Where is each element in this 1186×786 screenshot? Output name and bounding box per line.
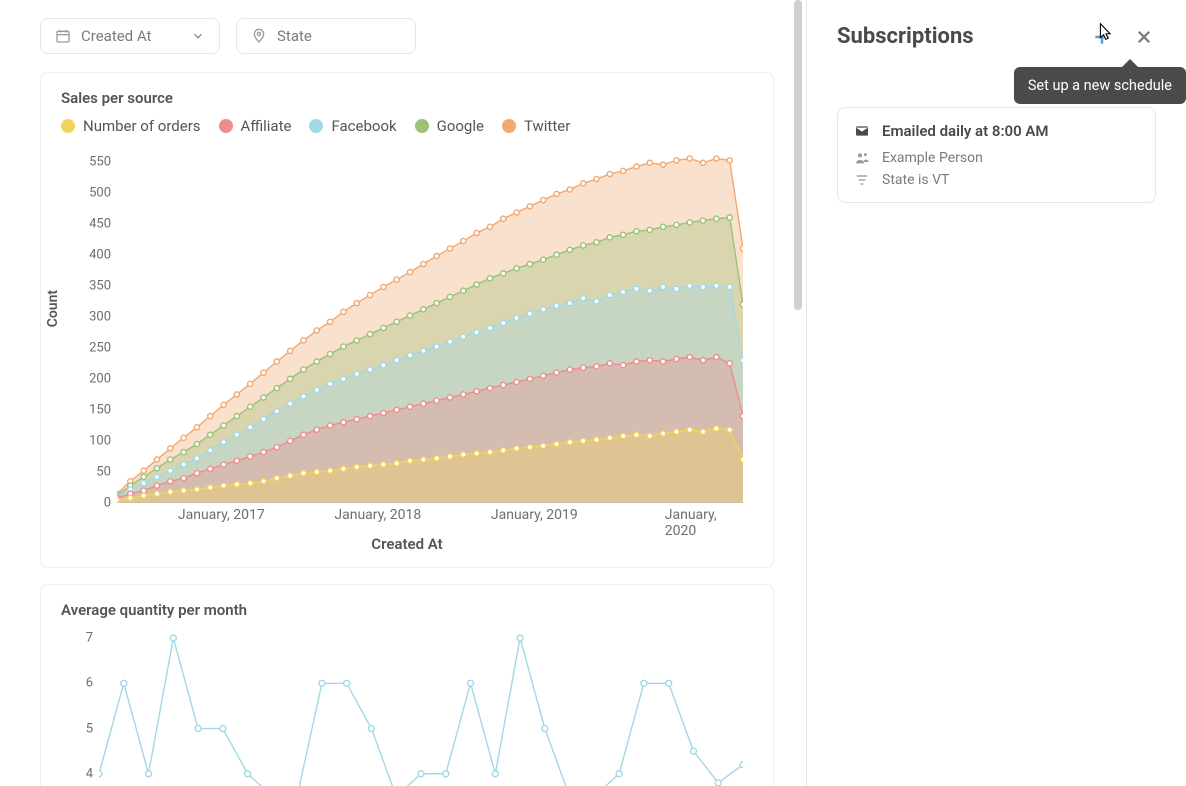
chart2-ytick: 6 — [63, 676, 93, 691]
chart2-ytick: 7 — [63, 631, 93, 646]
chart1-xtick: January, 2018 — [334, 507, 421, 523]
chart2-title: Average quantity per month — [61, 601, 753, 619]
close-panel-button[interactable] — [1132, 25, 1156, 49]
legend-label[interactable]: Google — [437, 117, 484, 135]
chart1-xtick: January, 2019 — [491, 507, 578, 523]
chart1-ytick: 50 — [63, 464, 111, 479]
chart1-ytick: 350 — [63, 278, 111, 293]
chart1-ytick: 500 — [63, 185, 111, 200]
filter-icon — [854, 172, 870, 188]
add-subscription-tooltip: Set up a new schedule — [1014, 67, 1186, 104]
chart1-legend: Number of orders Affiliate Facebook Google T… — [61, 117, 753, 135]
pin-icon — [251, 28, 267, 44]
chart1-ytick: 300 — [63, 309, 111, 324]
person-icon — [854, 150, 870, 166]
chart1-ytick: 550 — [63, 154, 111, 169]
add-subscription-button[interactable] — [1090, 25, 1114, 49]
legend-swatch — [61, 119, 75, 133]
chart1-ytick: 400 — [63, 247, 111, 262]
chart1-ytick: 0 — [63, 496, 111, 511]
legend-label[interactable]: Facebook — [331, 117, 396, 135]
chart1-ytick: 250 — [63, 340, 111, 355]
subscription-person: Example Person — [882, 150, 983, 166]
chart-card-sales-per-source: Sales per source Number of orders Affilia… — [40, 72, 774, 568]
chart1-plot[interactable] — [117, 143, 743, 503]
chart1-ytick: 150 — [63, 402, 111, 417]
calendar-icon — [55, 28, 71, 44]
chart2-ytick: 4 — [63, 766, 93, 781]
chart1-xlabel: Created At — [61, 535, 753, 553]
filter-state[interactable]: State — [236, 18, 416, 54]
filter-created-at[interactable]: Created At — [40, 18, 220, 54]
legend-swatch — [219, 119, 233, 133]
chart1-xtick: January, 2020 — [665, 507, 717, 539]
mail-icon — [854, 123, 870, 139]
chart1-ytick: 200 — [63, 371, 111, 386]
legend-label[interactable]: Twitter — [524, 117, 570, 135]
subscription-headline: Emailed daily at 8:00 AM — [882, 122, 1049, 140]
chart1-ylabel: Count — [45, 290, 61, 327]
filter-created-at-label: Created At — [81, 27, 181, 45]
chart1-ytick: 450 — [63, 216, 111, 231]
chart1-xtick: January, 2017 — [178, 507, 265, 523]
chart1-title: Sales per source — [61, 89, 753, 107]
filter-state-label: State — [277, 27, 401, 45]
legend-swatch — [415, 119, 429, 133]
legend-swatch — [309, 119, 323, 133]
legend-swatch — [502, 119, 516, 133]
chart2-plot[interactable] — [99, 629, 743, 786]
subscriptions-panel: Subscriptions Set up a new schedule Emai… — [806, 0, 1186, 786]
chart1-ytick: 100 — [63, 433, 111, 448]
subscription-card[interactable]: Emailed daily at 8:00 AM Example Person … — [837, 107, 1156, 203]
chevron-down-icon — [191, 29, 205, 43]
chart2-ytick: 5 — [63, 721, 93, 736]
subscriptions-title: Subscriptions — [837, 24, 974, 49]
scrollbar-track[interactable] — [794, 0, 802, 786]
chart-card-avg-quantity: Average quantity per month quantity 4567 — [40, 584, 774, 786]
legend-label[interactable]: Affiliate — [241, 117, 292, 135]
legend-label[interactable]: Number of orders — [83, 117, 201, 135]
scrollbar-thumb[interactable] — [794, 0, 802, 310]
subscription-filter: State is VT — [882, 172, 949, 188]
